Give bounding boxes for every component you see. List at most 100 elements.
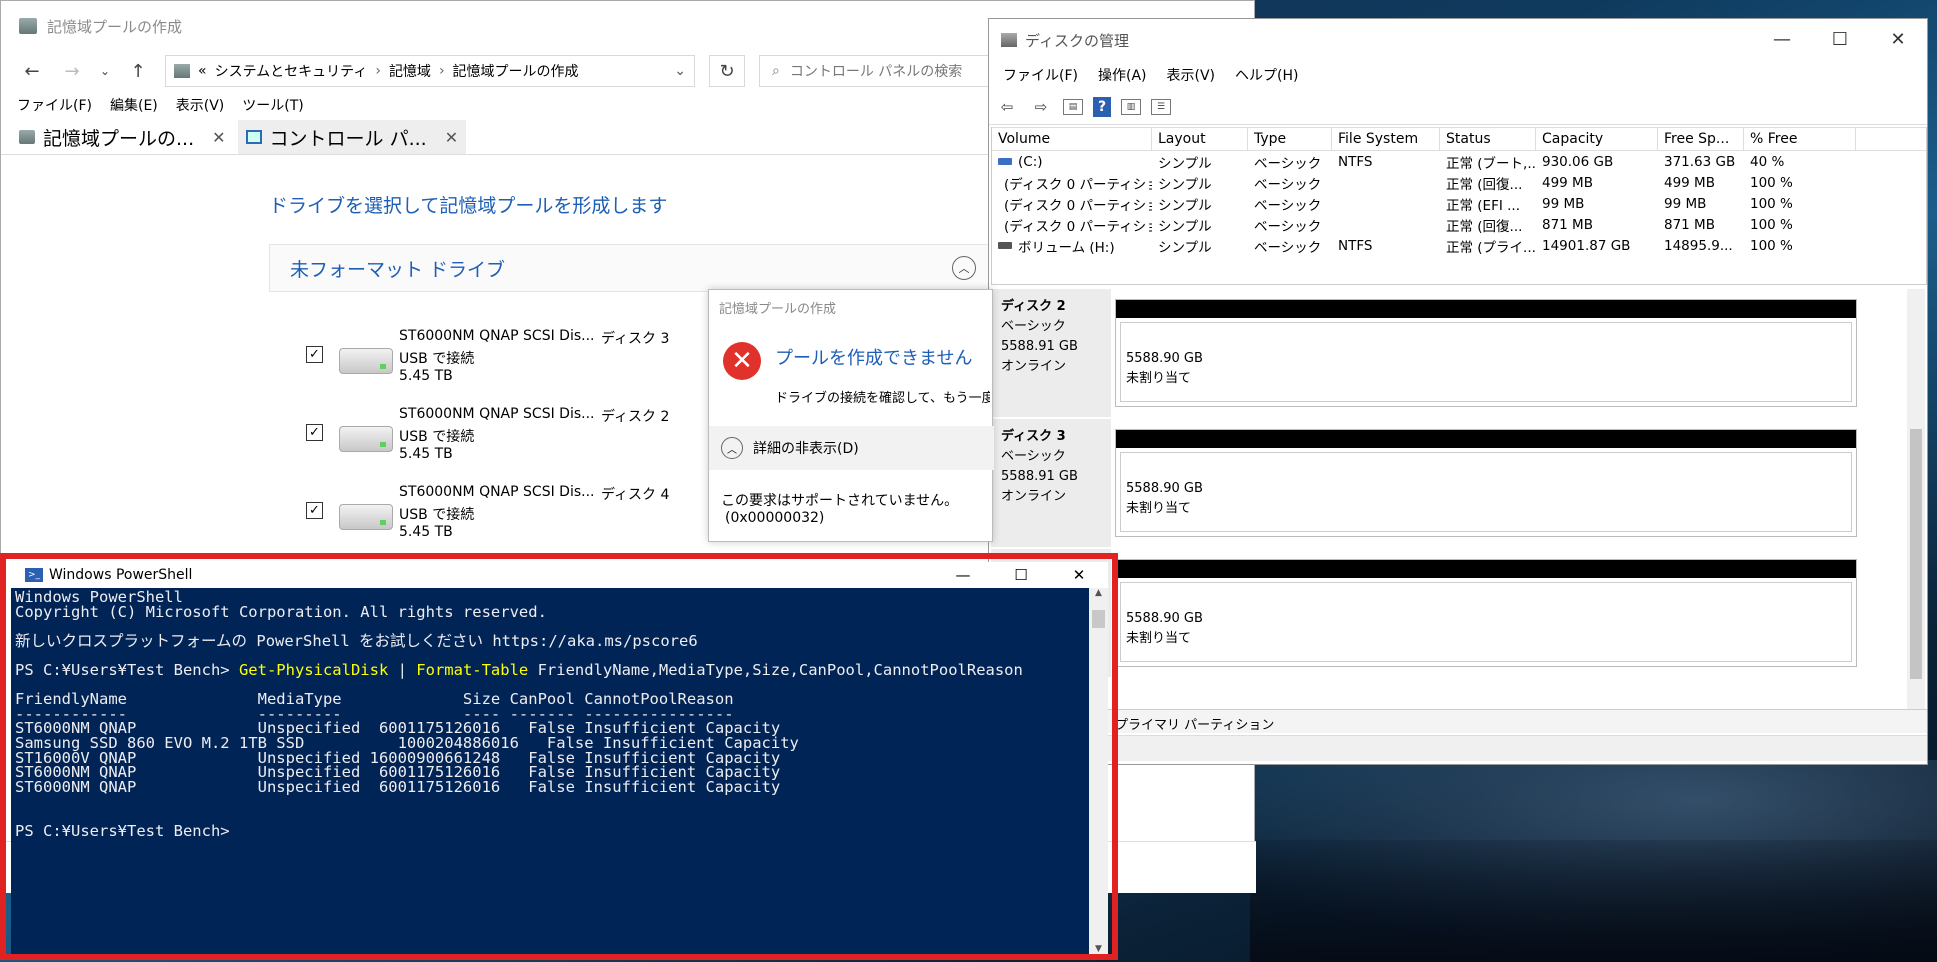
drive-item[interactable]: ✓ ST6000NM QNAP SCSI Dis... ディスク 3 USB で… <box>306 328 706 388</box>
tab-label: 記憶域プールの... <box>43 127 195 150</box>
vertical-scrollbar[interactable] <box>1907 289 1925 709</box>
column-header[interactable]: % Free <box>1744 128 1856 150</box>
close-icon[interactable]: ✕ <box>1050 562 1108 588</box>
console-line: PS C:¥Users¥Test Bench> <box>15 821 230 840</box>
menu-tools[interactable]: ツール(T) <box>242 95 303 115</box>
back-arrow-icon[interactable]: ⇦ <box>995 96 1019 118</box>
maximize-icon[interactable]: ☐ <box>1811 19 1869 59</box>
tab-control-panel[interactable]: コントロール パ... ✕ <box>237 120 467 154</box>
unallocated-partition[interactable]: 5588.90 GB 未割り当て <box>1115 429 1857 537</box>
menu-view[interactable]: 表示(V) <box>176 95 225 115</box>
unallocated-partition[interactable]: 5588.90 GB 未割り当て <box>1115 559 1857 667</box>
collapse-chevron-icon[interactable]: ︿ <box>721 437 743 459</box>
column-header[interactable]: Layout <box>1152 128 1248 150</box>
drive-item[interactable]: ✓ ST6000NM QNAP SCSI Dis... ディスク 4 USB で… <box>306 484 706 544</box>
console-output[interactable]: Windows PowerShell Copyright (C) Microsof… <box>11 588 1089 954</box>
refresh-button[interactable]: ↻ <box>709 55 745 87</box>
details-toggle[interactable]: ︿ 詳細の非表示(D) <box>709 426 994 470</box>
help-icon[interactable]: ? <box>1093 96 1111 117</box>
scroll-down-icon[interactable]: ▼ <box>1089 944 1108 954</box>
up-arrow-icon[interactable]: ↑ <box>125 61 151 82</box>
menu-file[interactable]: ファイル(F) <box>17 95 92 115</box>
maximize-icon[interactable]: ☐ <box>992 562 1050 588</box>
minimize-icon[interactable]: — <box>934 562 992 588</box>
volume-name-cell: (ディスク 0 パーティショ... <box>992 214 1152 235</box>
drive-connection: USB で接続 <box>399 351 475 367</box>
console-line: Samsung SSD 860 EVO M.2 1TB SSD 10002048… <box>15 733 799 752</box>
menu-help[interactable]: ヘルプ(H) <box>1235 65 1298 85</box>
properties-icon[interactable]: ▥ <box>1121 98 1141 115</box>
disk-row[interactable]: ディスク 2 ベーシック 5588.91 GB オンライン 5588.90 GB… <box>991 289 1916 417</box>
unformatted-drives-section[interactable]: 未フォーマット ドライブ ︿ <box>269 244 989 292</box>
breadcrumb-overflow[interactable]: « <box>198 63 207 79</box>
console-line: Windows PowerShell <box>15 588 183 606</box>
status-cell: 正常 (ブート,... <box>1446 155 1536 172</box>
address-bar[interactable]: « システムとセキュリティ › 記憶域 › 記憶域プールの作成 ⌄ <box>165 55 695 87</box>
drive-size: 5.45 TB <box>399 368 453 384</box>
back-arrow-icon[interactable]: ← <box>19 61 45 82</box>
page-heading: ドライブを選択して記憶域プールを形成します <box>269 195 668 217</box>
column-header[interactable]: Volume <box>992 128 1152 150</box>
layout-cell: シンプル <box>1158 197 1212 214</box>
forward-arrow-icon[interactable]: ⇨ <box>1029 96 1053 118</box>
column-header[interactable]: File System <box>1332 128 1440 150</box>
scrollbar-thumb[interactable] <box>1910 429 1922 679</box>
console-tree-icon[interactable]: ▤ <box>1063 98 1083 115</box>
volume-row[interactable]: (ディスク 0 パーティショ... シンプル ベーシック 正常 (回復... 4… <box>992 172 1926 193</box>
free-cell: 99 MB <box>1664 195 1707 212</box>
breadcrumb-item[interactable]: システムとセキュリティ <box>215 61 368 81</box>
menu-file[interactable]: ファイル(F) <box>1003 65 1078 85</box>
column-header[interactable]: Free Sp... <box>1658 128 1744 150</box>
address-dropdown-icon[interactable]: ⌄ <box>674 63 686 79</box>
close-icon[interactable]: ✕ <box>1869 19 1927 59</box>
layout-cell: シンプル <box>1158 218 1212 235</box>
breadcrumb-item[interactable]: 記憶域プールの作成 <box>453 61 579 81</box>
menu-edit[interactable]: 編集(E) <box>110 95 158 115</box>
capacity-cell: 871 MB <box>1542 216 1593 233</box>
search-icon: ⌕ <box>772 63 780 79</box>
disk-label[interactable]: ディスク 2 ベーシック 5588.91 GB オンライン <box>991 289 1111 417</box>
volume-row[interactable]: (ディスク 0 パーティショ... シンプル ベーシック 正常 (回復... 8… <box>992 214 1926 235</box>
pct-free-cell: 100 % <box>1750 216 1793 233</box>
menu-view[interactable]: 表示(V) <box>1167 65 1216 85</box>
pct-free-cell: 40 % <box>1750 153 1785 170</box>
drive-checkbox[interactable]: ✓ <box>306 346 323 363</box>
disk-label[interactable]: ディスク 3 ベーシック 5588.91 GB オンライン <box>991 419 1111 547</box>
desktop-landscape <box>1250 840 1937 962</box>
unallocated-partition[interactable]: 5588.90 GB 未割り当て <box>1115 299 1857 407</box>
column-header[interactable]: Type <box>1248 128 1332 150</box>
refresh-icon: ↻ <box>719 60 735 82</box>
vertical-scrollbar[interactable]: ▲ ▼ <box>1089 588 1108 954</box>
settings-icon[interactable]: ☰ <box>1151 98 1171 115</box>
breadcrumb-item[interactable]: 記憶域 <box>389 61 431 81</box>
scroll-up-icon[interactable]: ▲ <box>1089 588 1108 598</box>
partition-size: 5588.90 GB <box>1126 481 1203 496</box>
forward-arrow-icon[interactable]: → <box>59 61 85 82</box>
close-tab-icon[interactable]: ✕ <box>212 128 225 147</box>
volume-row[interactable]: (C:) シンプル ベーシック NTFS 正常 (ブート,... 930.06 … <box>992 151 1926 172</box>
disk-row[interactable]: 5588.90 GB 未割り当て <box>991 549 1916 677</box>
column-header[interactable]: Status <box>1440 128 1536 150</box>
console-line: PS C:¥Users¥Test Bench> Get-PhysicalDisk… <box>15 660 1089 679</box>
volume-list-header: Volume Layout Type File System Status Ca… <box>992 127 1926 151</box>
console-args: FriendlyName,MediaType,Size,CanPool,Cann… <box>528 660 1023 679</box>
drive-item[interactable]: ✓ ST6000NM QNAP SCSI Dis... ディスク 2 USB で… <box>306 406 706 466</box>
partition-info: 5588.90 GB 未割り当て <box>1120 452 1852 532</box>
partition-size: 5588.90 GB <box>1126 611 1203 626</box>
window-controls: — ☐ ✕ <box>934 562 1108 588</box>
column-header[interactable]: Capacity <box>1536 128 1658 150</box>
volume-row[interactable]: (ディスク 0 パーティショ... シンプル ベーシック 正常 (EFI ...… <box>992 193 1926 214</box>
status-cell: 正常 (EFI ... <box>1446 197 1520 214</box>
tab-storage-pool[interactable]: 記憶域プールの... ✕ <box>11 120 234 154</box>
collapse-chevron-icon[interactable]: ︿ <box>952 256 976 280</box>
drive-checkbox[interactable]: ✓ <box>306 502 323 519</box>
menu-action[interactable]: 操作(A) <box>1098 65 1147 85</box>
minimize-icon[interactable]: — <box>1753 19 1811 59</box>
close-tab-icon[interactable]: ✕ <box>445 128 458 147</box>
scrollbar-thumb[interactable] <box>1092 610 1105 628</box>
volume-row[interactable]: ボリューム (H:) シンプル ベーシック NTFS 正常 (プライ... 14… <box>992 235 1926 256</box>
drive-checkbox[interactable]: ✓ <box>306 424 323 441</box>
window-title: ディスクの管理 <box>1025 31 1129 50</box>
disk-row[interactable]: ディスク 3 ベーシック 5588.91 GB オンライン 5588.90 GB… <box>991 419 1916 547</box>
recent-dropdown-icon[interactable]: ⌄ <box>99 64 111 78</box>
